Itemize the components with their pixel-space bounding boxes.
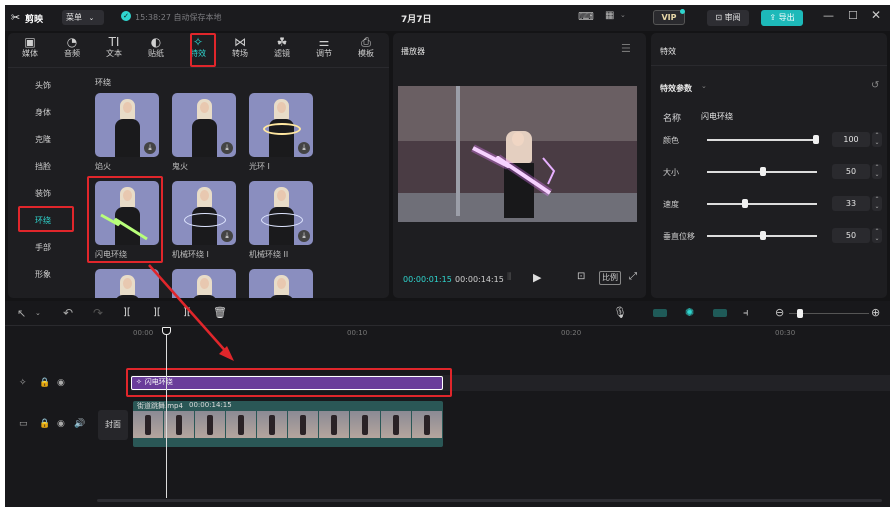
annotation-arrow — [148, 264, 234, 361]
editor-window: ✂ 剪映 菜单 ⌄ ✓ 15:38:27 自动保存本地 7月7日 ⌨ ▦ ⌄ V… — [5, 5, 890, 507]
